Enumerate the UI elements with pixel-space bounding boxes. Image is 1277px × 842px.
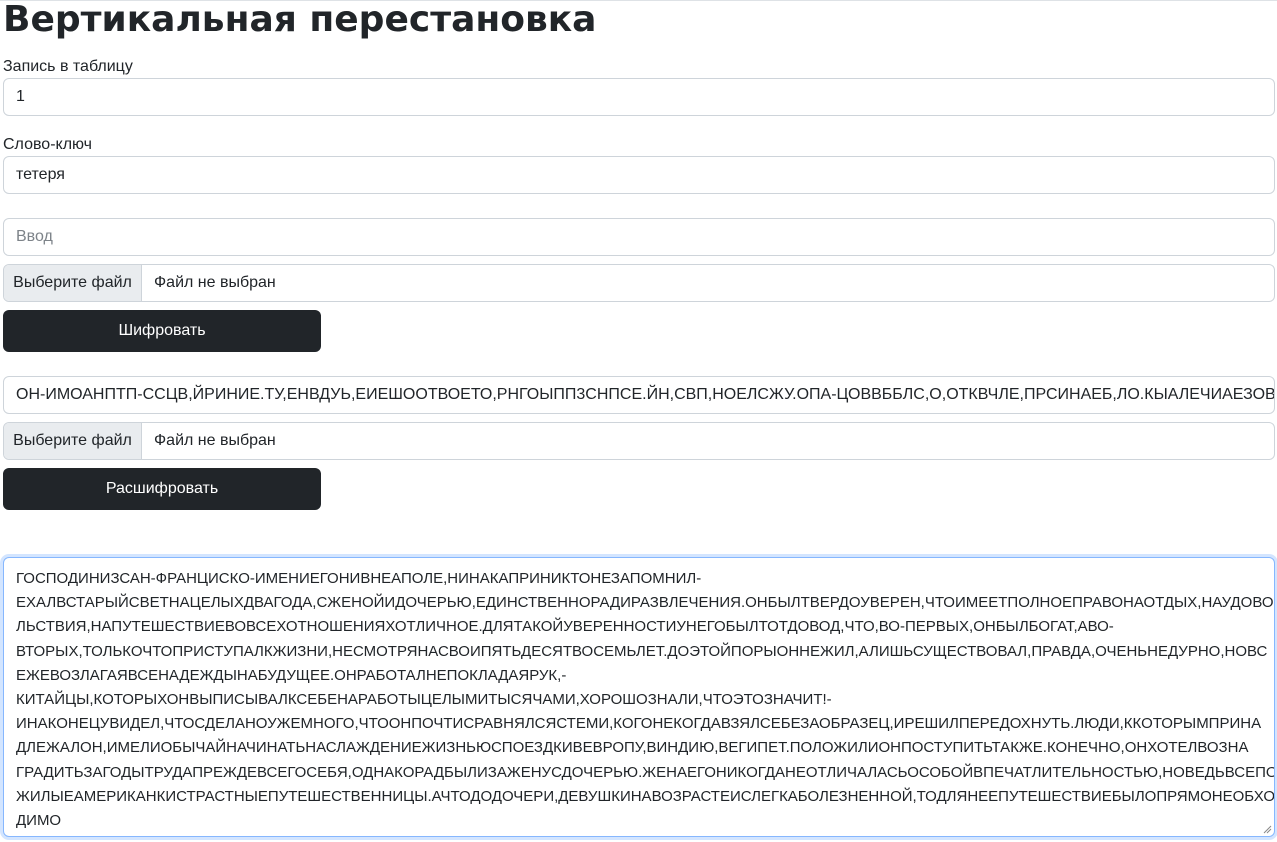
keyword-label: Слово-ключ	[3, 136, 93, 153]
output-line: ДЛЕЖАЛОН,ИМЕЛИОБЫЧАЙНАЧИНАТЬНАСЛАЖДЕНИЕЖ…	[16, 739, 1249, 757]
encrypt-input[interactable]: Ввод	[3, 218, 1275, 256]
output-line: ГРАДИТЬЗАГОДЫТРУДАПРЕЖДЕВСЕГОСЕБЯ,ОДНАКО…	[16, 763, 1275, 781]
output-line: ДИМО	[16, 812, 62, 830]
output-line: КИТАЙЦЫ,КОТОРЫХОНВЫПИСЫВАЛКСЕБЕНАРАБОТЫЦ…	[16, 691, 832, 709]
decrypt-file-input[interactable]: Выберите файл Файл не выбран	[3, 422, 1275, 460]
output-line: ЕХАЛВСТАРЫЙСВЕТНАЦЕЛЫХДВАГОДА,СЖЕНОЙИДОЧ…	[16, 594, 1274, 612]
output-line: ВТОРЫХ,ТОЛЬКОЧТОПРИСТУПАЛКЖИЗНИ,НЕСМОТРЯ…	[16, 642, 1268, 660]
output-line: ИНАКОНЕЦУВИДЕЛ,ЧТОСДЕЛАНОУЖЕМНОГО,ЧТООНП…	[16, 715, 1262, 733]
table-write-label: Запись в таблицу	[3, 58, 133, 75]
keyword-input[interactable]: тетеря	[3, 156, 1275, 194]
decrypt-choose-file-button[interactable]: Выберите файл	[4, 423, 142, 459]
output-line: ЖИЛЫЕАМЕРИКАНКИСТРАСТНЫЕПУТЕШЕСТВЕННИЦЫ.…	[16, 787, 1275, 805]
decrypt-input[interactable]: ОН-ИМОАНПТП-ССЦВ,ЙРИНИЕ.ТУ,ЕНВДУЬ,ЕИЕШОО…	[3, 376, 1275, 414]
output-line: ГОСПОДИНИЗСАН-ФРАНЦИСКО-ИМЕНИЕГОНИВНЕАПО…	[16, 570, 702, 587]
output-line: ЛЬСТВИЯ,НАПУТЕШЕСТВИЕВОВСЕХОТНОШЕНИЯХОТЛ…	[16, 618, 1114, 636]
table-write-input[interactable]: 1	[3, 78, 1275, 116]
decrypt-button[interactable]: Расшифровать	[3, 468, 321, 510]
encrypt-file-input[interactable]: Выберите файл Файл не выбран	[3, 264, 1275, 302]
decrypt-file-status: Файл не выбран	[154, 432, 276, 449]
resize-grip-icon[interactable]	[1262, 824, 1272, 834]
encrypt-button[interactable]: Шифровать	[3, 310, 321, 352]
encrypt-choose-file-button[interactable]: Выберите файл	[4, 265, 142, 301]
output-line: ЕЖЕВОЗЛАГАЯВСЕНАДЕЖДЫНАБУДУЩЕЕ.ОНРАБОТАЛ…	[16, 666, 567, 684]
output-textarea[interactable]: ГОСПОДИНИЗСАН-ФРАНЦИСКО-ИМЕНИЕГОНИВНЕАПО…	[3, 557, 1275, 837]
encrypt-file-status: Файл не выбран	[154, 274, 276, 291]
page-title: Вертикальная перестановка	[3, 0, 597, 40]
